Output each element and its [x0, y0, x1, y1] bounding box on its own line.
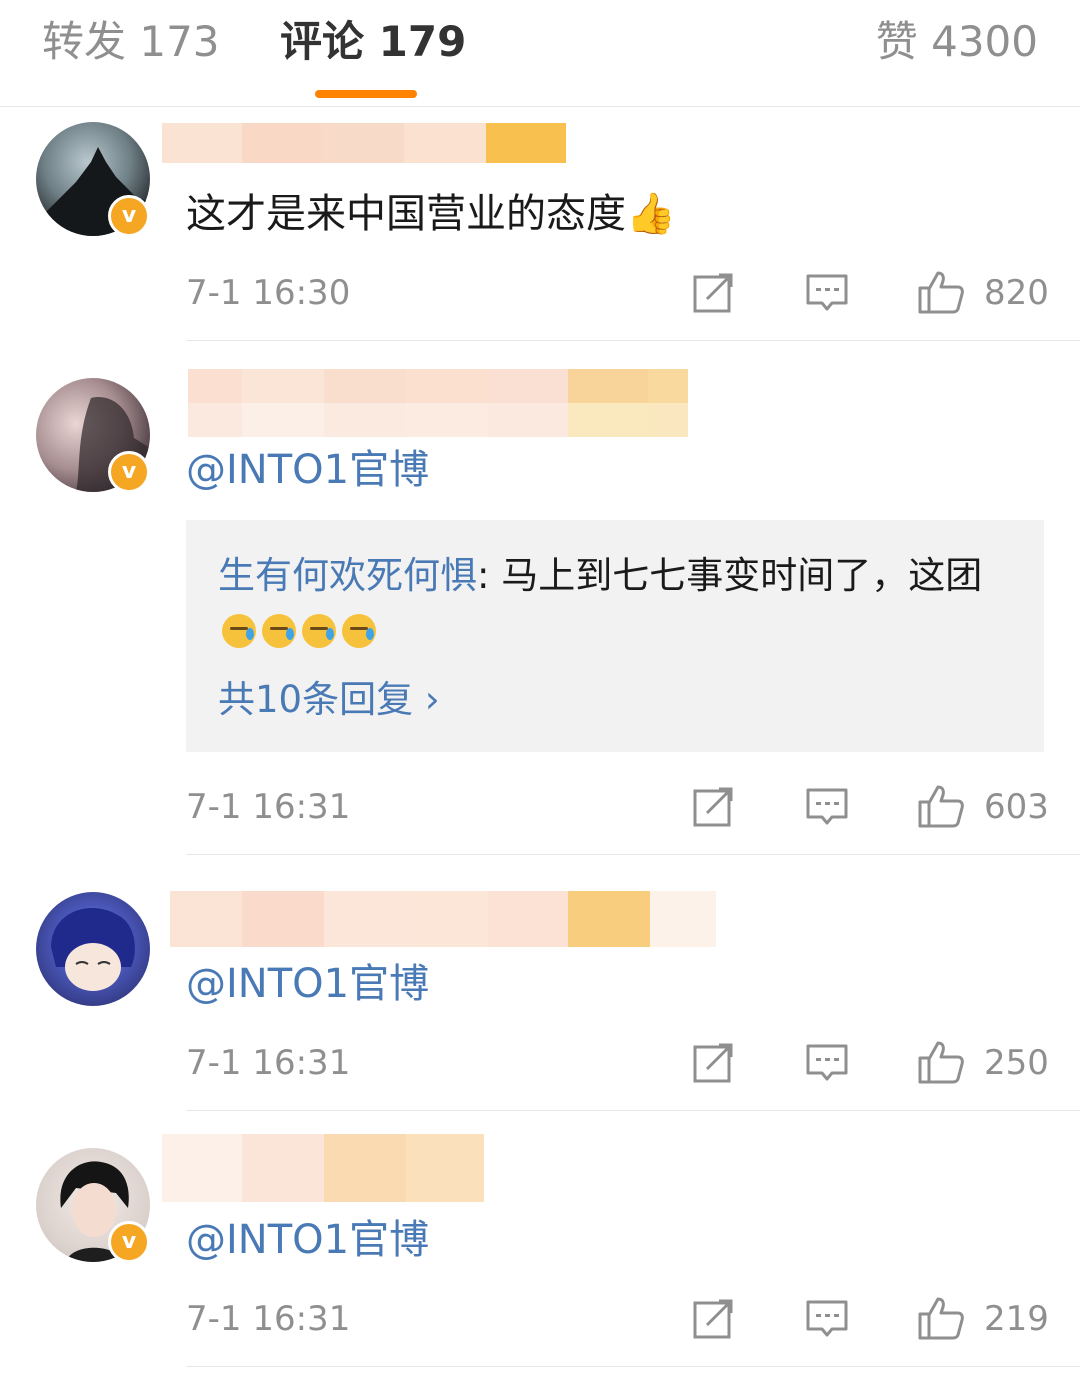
divider [186, 854, 1080, 855]
comment-mention[interactable]: @INTO1官博 [186, 1212, 429, 1268]
active-tab-indicator [315, 90, 417, 98]
verified-badge-icon: v [108, 195, 150, 237]
comment-time: 7-1 16:31 [186, 1299, 351, 1339]
divider [186, 340, 1080, 341]
share-icon[interactable] [693, 1299, 735, 1339]
comment-mention[interactable]: @INTO1官博 [186, 956, 429, 1012]
divider [186, 1110, 1080, 1111]
comment-time: 7-1 16:31 [186, 787, 351, 827]
verified-badge-icon: v [108, 451, 150, 493]
reply-icon[interactable] [806, 273, 848, 313]
share-icon[interactable] [693, 787, 735, 827]
reply-preview-box[interactable]: 生有何欢死何惧: 马上到七七事变时间了，这团 共10条回复 › [186, 520, 1044, 752]
share-icon[interactable] [693, 273, 735, 313]
reply-separator: : [477, 554, 490, 597]
verified-badge-icon: v [108, 1221, 150, 1263]
sweat-emoji [222, 614, 256, 648]
like-icon[interactable] [918, 784, 964, 828]
like-count: 603 [984, 787, 1049, 827]
like-count: 820 [984, 273, 1049, 313]
comment-mention[interactable]: @INTO1官博 [186, 442, 429, 498]
tab-bar: 转发 173 评论 179 赞 4300 [0, 0, 1080, 107]
thumbs-up-emoji: 👍 [626, 191, 676, 237]
username-blurred[interactable] [170, 891, 716, 947]
reply-icon[interactable] [806, 787, 848, 827]
username-blurred[interactable] [188, 369, 688, 437]
reply-preview-text: 生有何欢死何惧: 马上到七七事变时间了，这团 [218, 548, 998, 660]
comment-text: 这才是来中国营业的态度👍 [186, 186, 676, 242]
like-count: 219 [984, 1299, 1049, 1339]
reply-author[interactable]: 生有何欢死何惧 [218, 554, 477, 597]
like-icon[interactable] [918, 1040, 964, 1084]
sweat-emoji [262, 614, 296, 648]
avatar-figure [51, 908, 135, 991]
username-blurred[interactable] [162, 1134, 484, 1202]
username-blurred[interactable] [162, 123, 566, 163]
reply-icon[interactable] [806, 1043, 848, 1083]
view-replies-link[interactable]: 共10条回复 › [218, 672, 440, 728]
tab-comments[interactable]: 评论 179 [280, 14, 466, 70]
avatar[interactable] [36, 892, 150, 1006]
comment-meta: 7-1 16:30 820 [186, 268, 1049, 318]
reply-icon[interactable] [806, 1299, 848, 1339]
reply-body: 马上到七七事变时间了，这团 [489, 554, 983, 597]
comment-time: 7-1 16:31 [186, 1043, 351, 1083]
sweat-emoji [302, 614, 336, 648]
tab-reposts[interactable]: 转发 173 [42, 14, 220, 70]
comment-meta: 7-1 16:31 219 [186, 1294, 1049, 1344]
like-icon[interactable] [918, 270, 964, 314]
comment-time: 7-1 16:30 [186, 273, 351, 313]
tab-likes[interactable]: 赞 4300 [876, 14, 1038, 70]
comment-body: 这才是来中国营业的态度 [186, 191, 626, 237]
divider [186, 1366, 1080, 1367]
comment-meta: 7-1 16:31 603 [186, 782, 1049, 832]
share-icon[interactable] [693, 1043, 735, 1083]
comment-meta: 7-1 16:31 250 [186, 1038, 1049, 1088]
like-count: 250 [984, 1043, 1049, 1083]
sweat-emoji [342, 614, 376, 648]
like-icon[interactable] [918, 1296, 964, 1340]
